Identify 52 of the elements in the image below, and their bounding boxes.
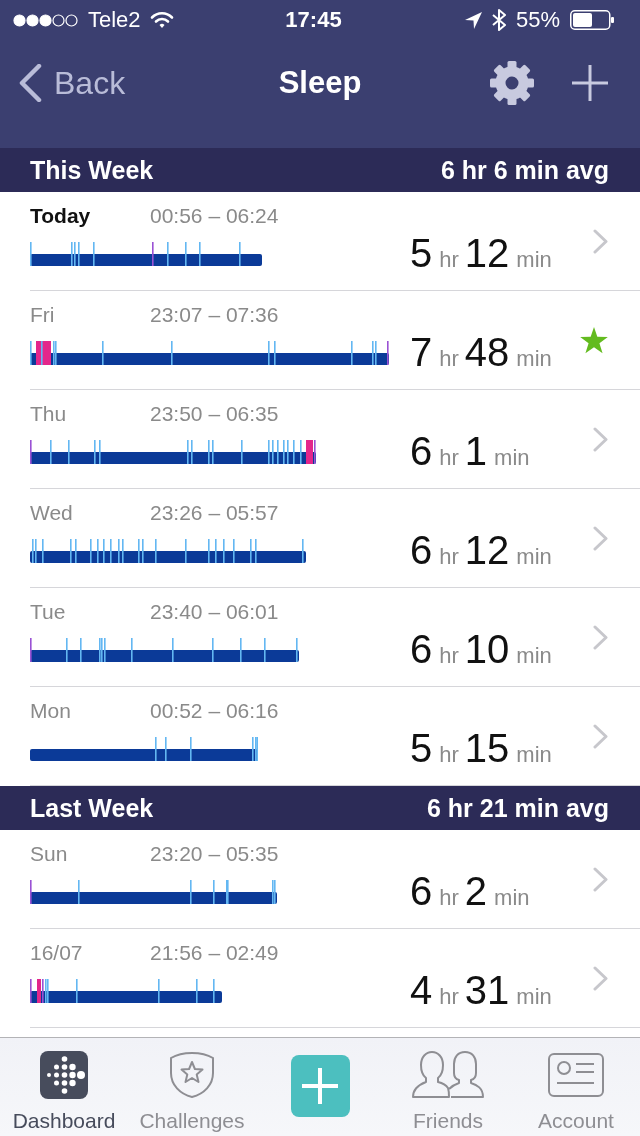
location-arrow-icon	[464, 11, 482, 29]
sleep-duration: 7 hr 48 min	[410, 332, 553, 376]
day-label: Today	[30, 204, 92, 228]
back-button[interactable]: Back	[0, 64, 126, 102]
bluetooth-icon	[491, 9, 506, 31]
time-range: 21:56 – 02:49	[150, 941, 279, 965]
time-range: 23:50 – 06:35	[150, 402, 279, 426]
sleep-duration: 6 hr 1 min	[410, 431, 531, 475]
sleep-duration: 6 hr 10 min	[410, 629, 553, 673]
battery-percentage: 55%	[515, 7, 560, 33]
plus-icon	[572, 65, 608, 101]
dot-grid-icon	[40, 1051, 88, 1099]
time-range: 23:20 – 05:35	[150, 842, 279, 866]
two-people-icon	[412, 1051, 484, 1099]
sleep-duration: 4 hr 31 min	[410, 970, 553, 1014]
weekly-average: 6 hr 6 min avg	[440, 155, 609, 185]
time-range: 23:40 – 06:01	[150, 600, 279, 624]
carrier-name: Tele2	[88, 7, 141, 33]
settings-icon	[490, 61, 534, 105]
time-range: 00:52 – 06:16	[150, 699, 279, 723]
tab[interactable]: Friends	[384, 1038, 512, 1136]
tab[interactable]: Challenges	[128, 1038, 256, 1136]
battery-icon	[570, 10, 614, 30]
time-range: 23:26 – 05:57	[150, 501, 279, 525]
sleep-duration: 5 hr 15 min	[410, 728, 553, 772]
day-label: Fri	[30, 303, 56, 327]
day-label: Thu	[30, 402, 68, 426]
tab[interactable]: Dashboard	[0, 1038, 128, 1136]
sleep-duration: 6 hr 2 min	[410, 871, 531, 915]
day-label: Tue	[30, 600, 67, 624]
shield-star-icon	[168, 1051, 216, 1099]
chevron-left-icon	[18, 64, 42, 102]
weekly-average: 6 hr 21 min avg	[426, 793, 609, 823]
sleep-duration: 5 hr 12 min	[410, 233, 553, 277]
signal-strength-icon	[13, 13, 79, 27]
add-entry-button[interactable]	[572, 65, 608, 101]
plus-icon	[302, 1068, 338, 1104]
id-card-icon	[548, 1051, 604, 1099]
section-title: Last Week	[30, 793, 154, 823]
time-range: 00:56 – 06:24	[150, 204, 279, 228]
day-label: Sun	[30, 842, 69, 866]
screen-title: Sleep	[278, 65, 362, 101]
sleep-duration: 6 hr 12 min	[410, 530, 553, 574]
day-label: Mon	[30, 699, 72, 723]
section-title: This Week	[30, 155, 154, 185]
settings-button[interactable]	[490, 61, 534, 105]
day-label: Wed	[30, 501, 74, 525]
tab[interactable]: Account	[512, 1038, 640, 1136]
time-range: 23:07 – 07:36	[150, 303, 279, 327]
wifi-icon	[149, 11, 174, 29]
day-label: 16/07	[30, 941, 84, 965]
status-time: 17:45	[285, 7, 342, 33]
